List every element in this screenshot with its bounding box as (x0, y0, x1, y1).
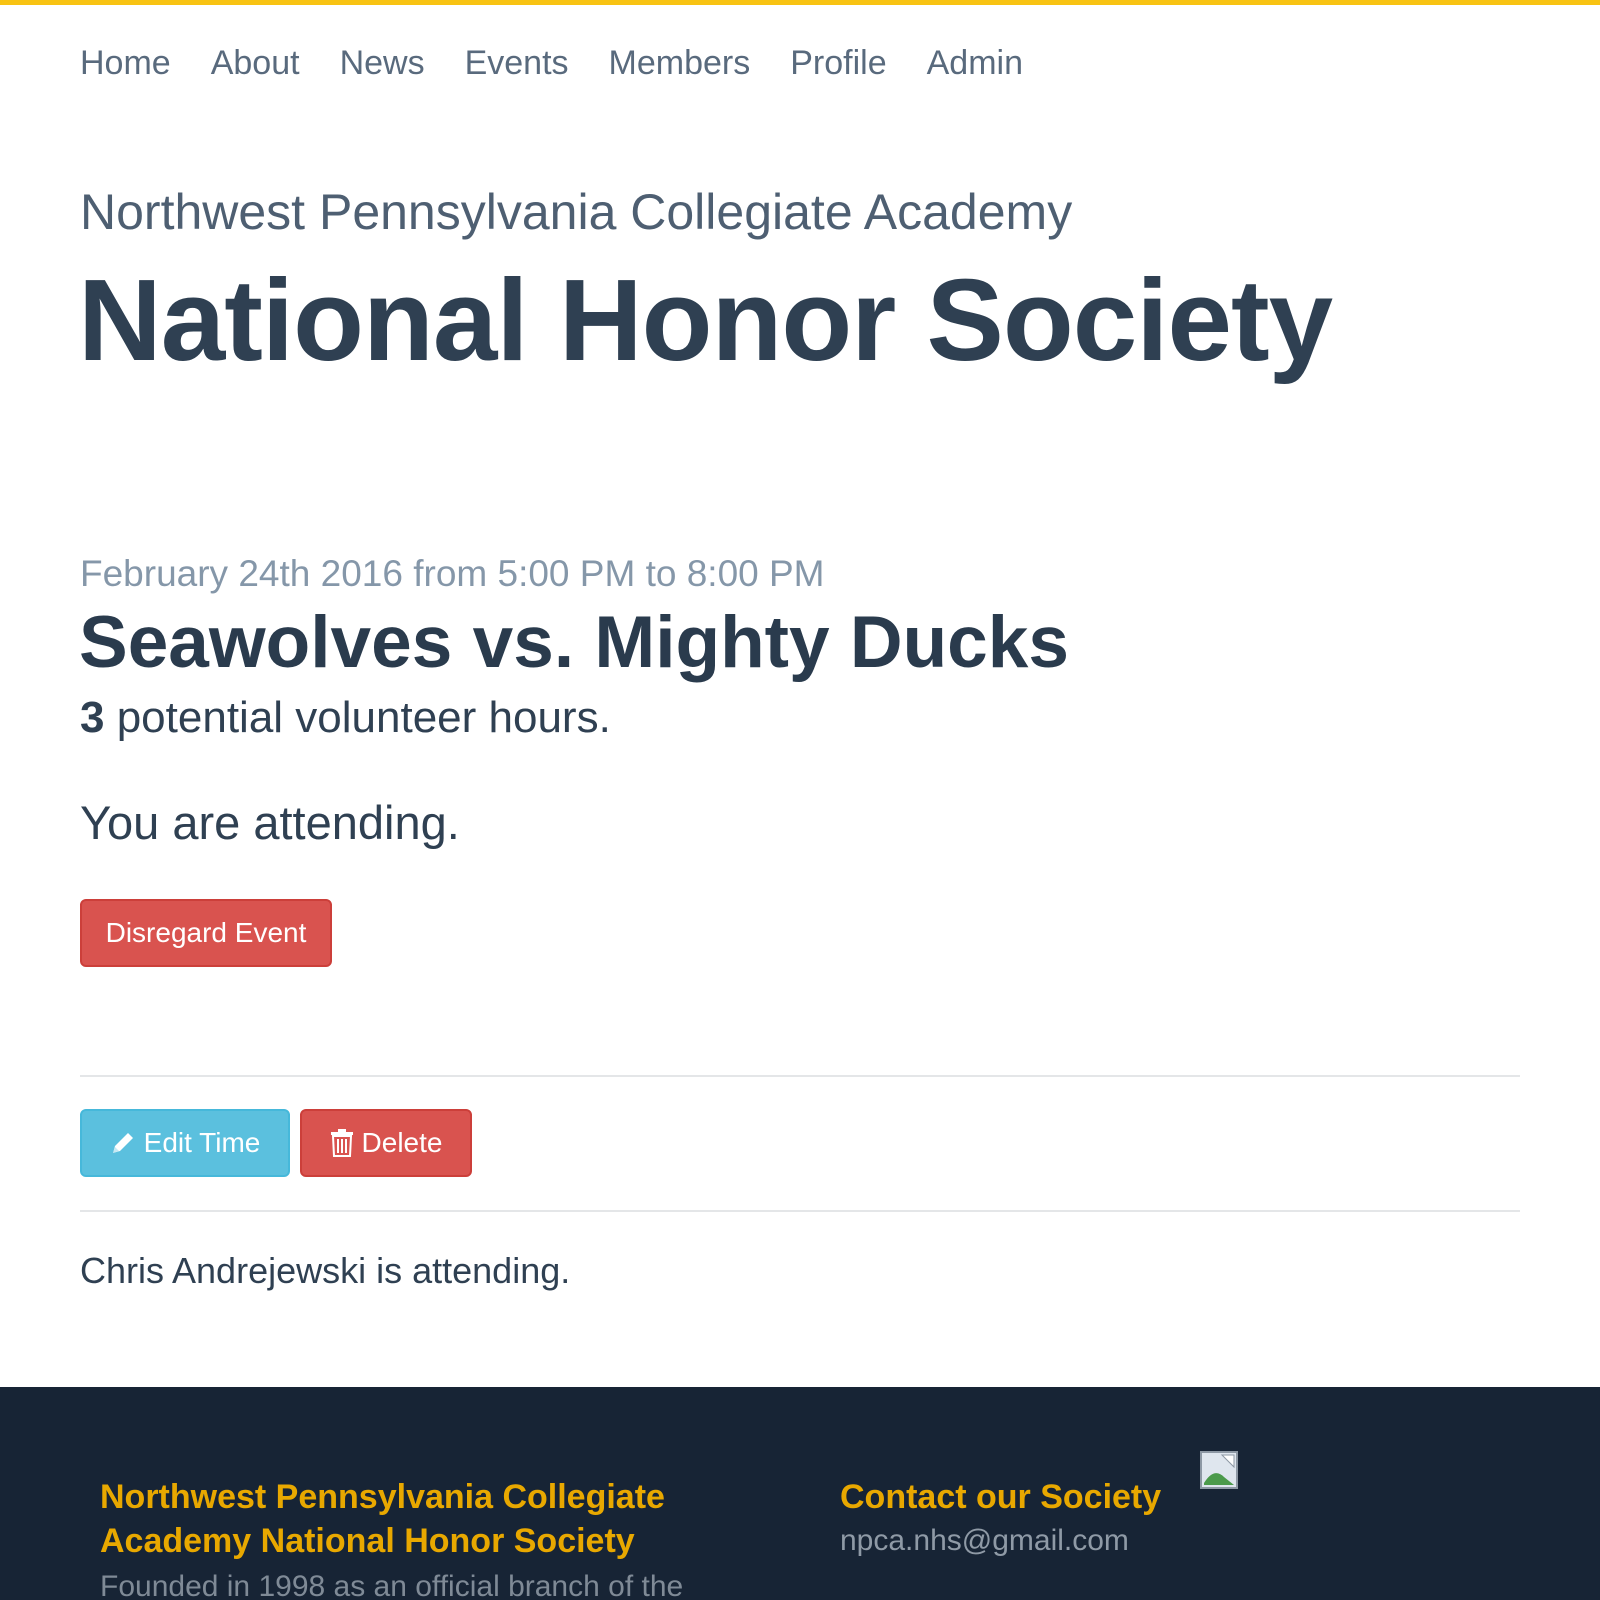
nav-profile[interactable]: Profile (790, 44, 886, 83)
broken-image-icon (1200, 1451, 1238, 1489)
footer: Northwest Pennsylvania Collegiate Academ… (0, 1387, 1600, 1600)
hours-value: 3 (80, 693, 105, 742)
event-date: February 24th 2016 from 5:00 PM to 8:00 … (80, 553, 825, 594)
site-title: National Honor Society (78, 255, 1333, 385)
delete-button[interactable]: Delete (300, 1109, 472, 1177)
trash-icon (330, 1129, 354, 1157)
delete-label: Delete (361, 1127, 443, 1158)
edit-time-button[interactable]: Edit Time (80, 1109, 290, 1177)
footer-email[interactable]: npca.nhs@gmail.com (840, 1524, 1129, 1558)
hours-suffix: potential volunteer hours. (104, 693, 611, 742)
footer-org-title: Northwest Pennsylvania Collegiate Academ… (100, 1478, 665, 1560)
pencil-icon (110, 1130, 136, 1156)
school-name: Northwest Pennsylvania Collegiate Academ… (80, 184, 1073, 240)
disregard-event-label: Disregard Event (105, 917, 307, 948)
nav-events[interactable]: Events (465, 44, 569, 83)
attendance-status: You are attending. (80, 796, 460, 849)
top-accent-bar (0, 0, 1600, 5)
disregard-event-button[interactable]: Disregard Event (80, 899, 332, 967)
footer-contact-title: Contact our Society (840, 1478, 1162, 1516)
nav-members[interactable]: Members (609, 44, 751, 83)
divider (80, 1075, 1520, 1077)
nav-home[interactable]: Home (80, 44, 171, 83)
attendee-item: Chris Andrejewski is attending. (80, 1250, 571, 1291)
edit-time-label: Edit Time (143, 1127, 261, 1158)
footer-description: Founded in 1998 as an official branch of… (100, 1570, 684, 1600)
nav-news[interactable]: News (340, 44, 425, 83)
volunteer-hours: 3 potential volunteer hours. (80, 693, 611, 743)
divider (80, 1210, 1520, 1212)
nav-admin[interactable]: Admin (927, 44, 1023, 83)
main-nav: Home About News Events Members Profile A… (80, 44, 1023, 83)
event-title: Seawolves vs. Mighty Ducks (79, 602, 1069, 683)
nav-about[interactable]: About (211, 44, 300, 83)
